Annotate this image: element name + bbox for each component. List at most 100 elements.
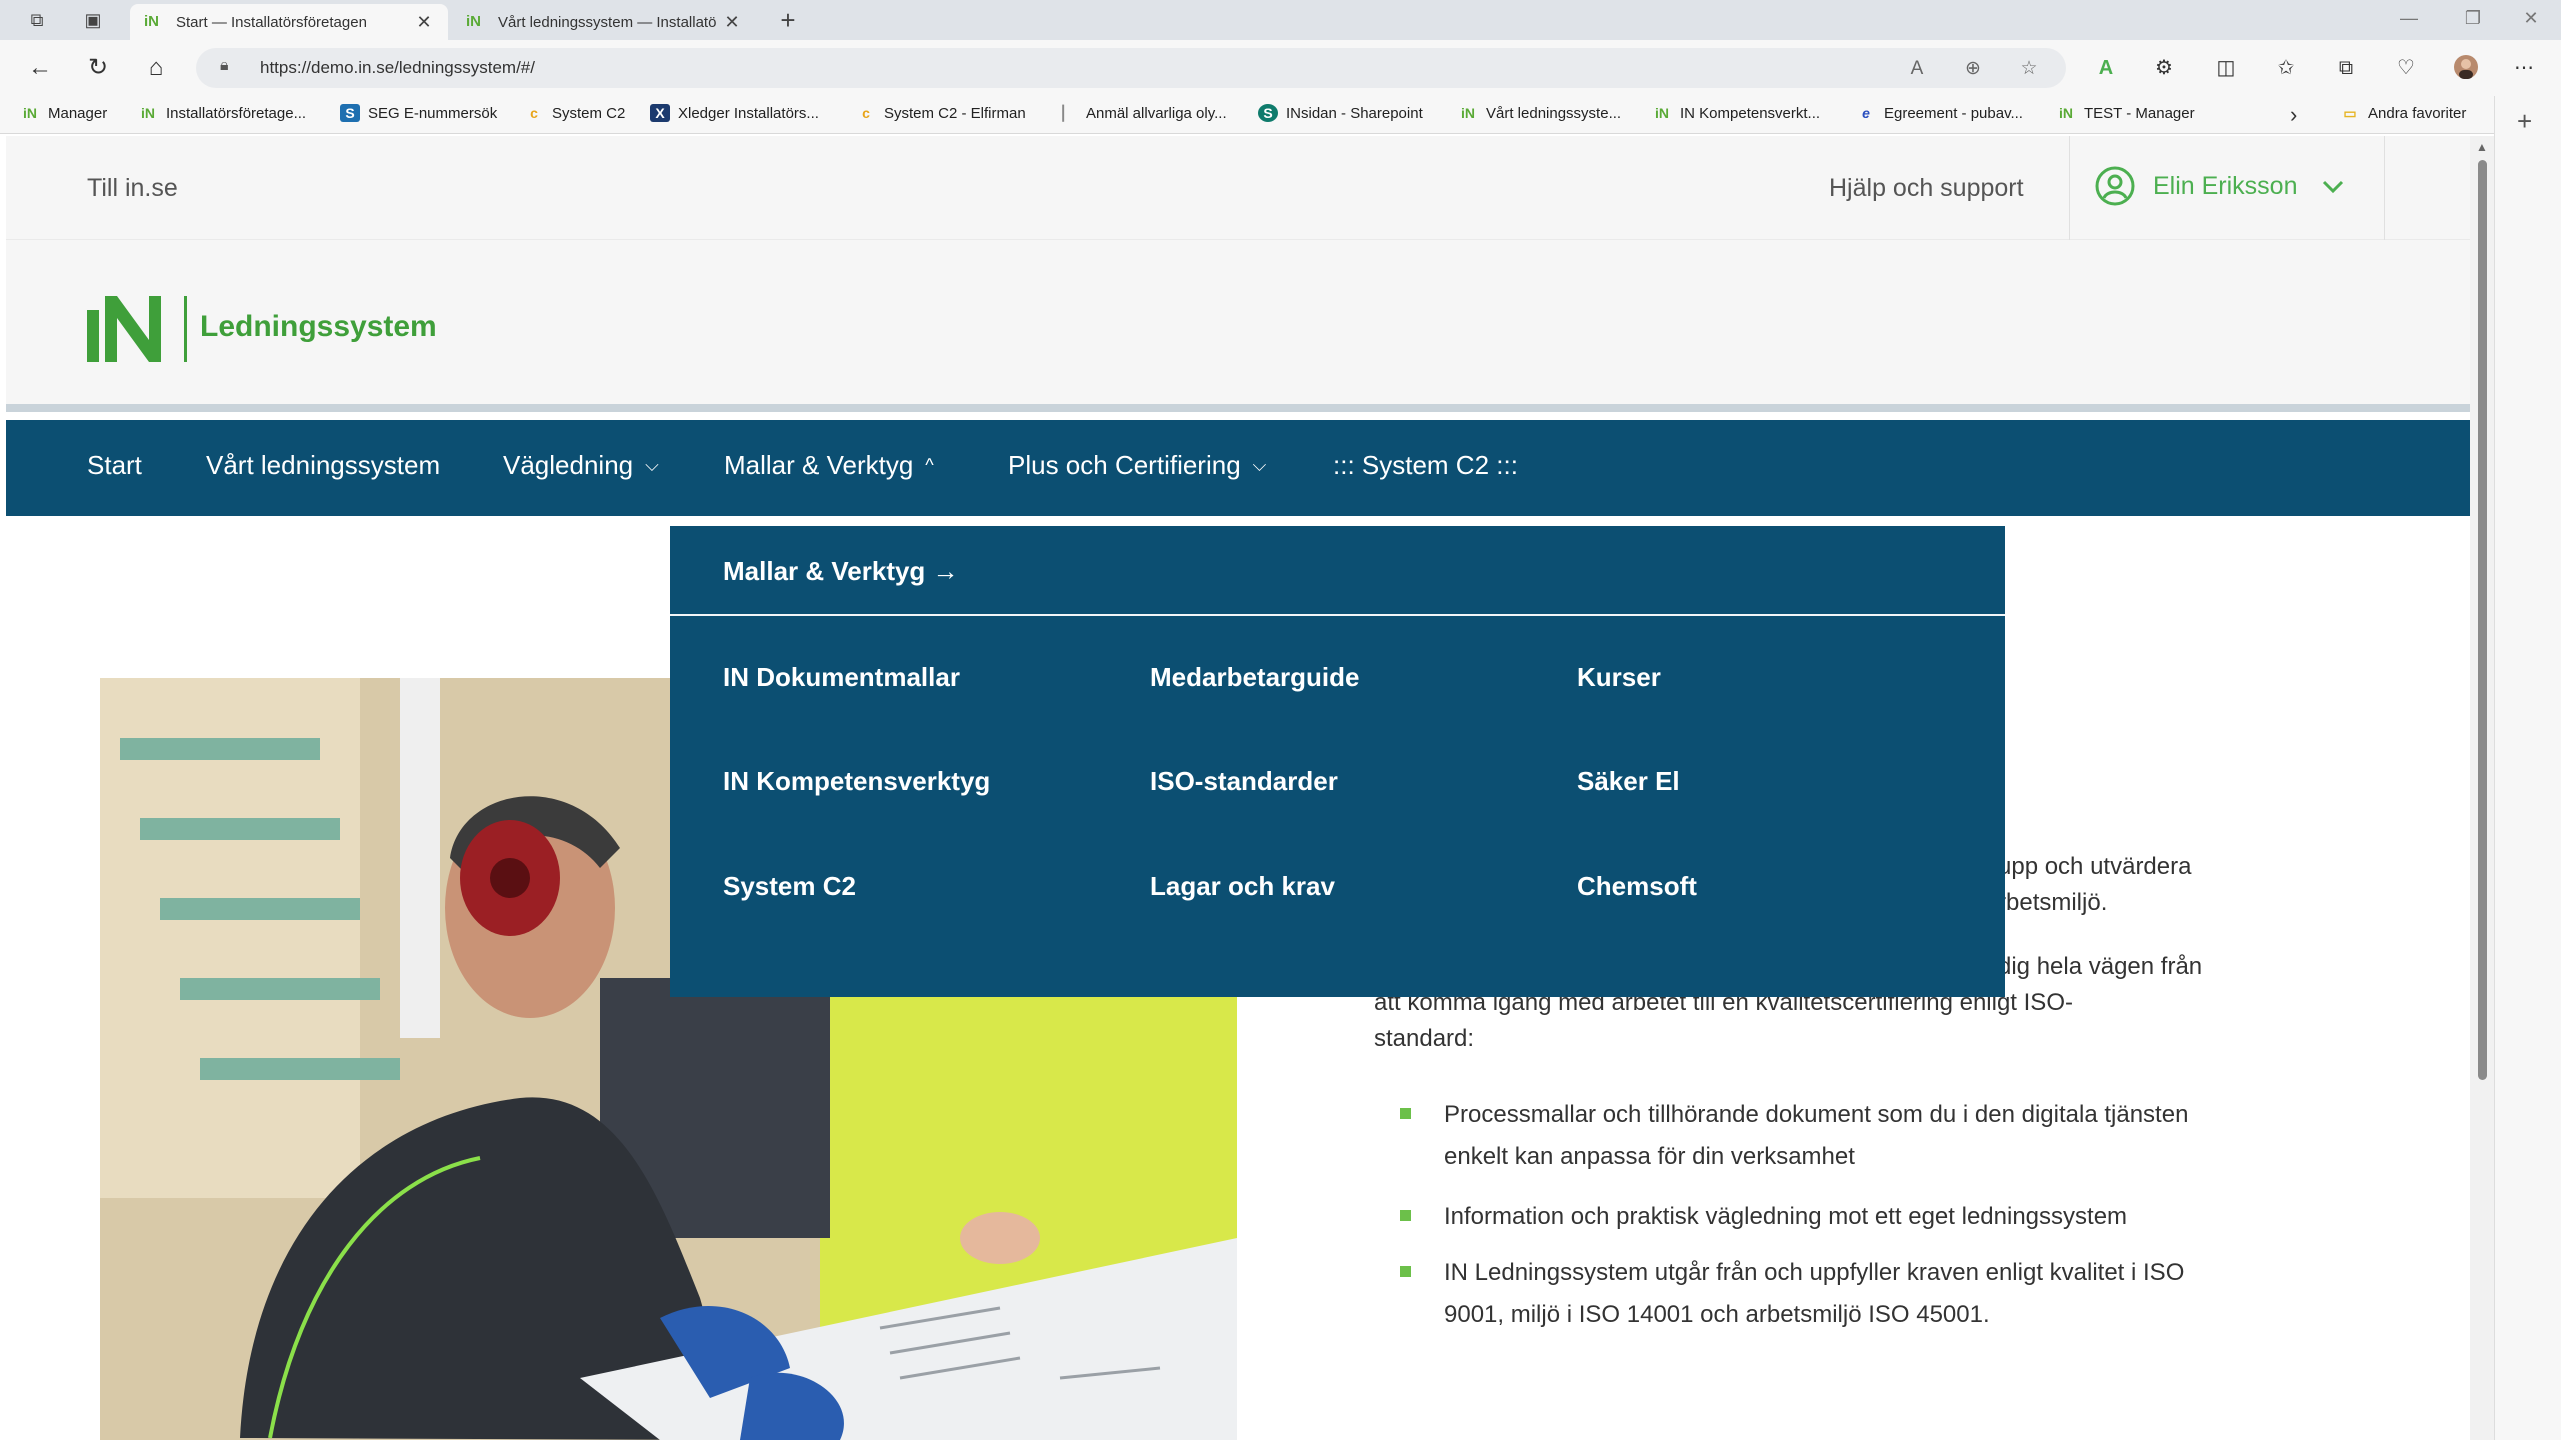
close-tab-icon[interactable]: ✕ xyxy=(722,12,742,33)
divider xyxy=(2069,136,2070,240)
dropdown-link[interactable]: Säker El xyxy=(1577,766,1680,797)
workspaces-icon[interactable]: ⧉ xyxy=(26,9,48,31)
extension-a-icon[interactable]: A xyxy=(2092,54,2120,82)
bookmark-item[interactable]: iN TEST - Manager xyxy=(2056,104,2195,122)
nav-plus-certifiering[interactable]: Plus och Certifiering ⌵ xyxy=(1008,450,1266,481)
extensions-icon[interactable]: ⚙ xyxy=(2150,54,2178,82)
other-favorites[interactable]: ▭ Andra favoriter xyxy=(2340,104,2466,122)
bookmark-item[interactable]: iN Manager xyxy=(20,104,107,122)
brand-header: Ledningssystem xyxy=(6,240,2470,412)
close-tab-icon[interactable]: ✕ xyxy=(414,12,434,33)
e-icon: e xyxy=(1862,105,1870,121)
nav-start[interactable]: Start xyxy=(87,450,142,481)
in-logo-icon: iN xyxy=(23,105,37,121)
read-aloud-icon[interactable]: A xyxy=(1904,56,1930,82)
dropdown-heading-link[interactable]: Mallar & Verktyg → xyxy=(723,556,959,587)
tab-actions-icon[interactable]: ▣ xyxy=(82,9,104,31)
back-to-site-link[interactable]: Till in.se xyxy=(87,174,178,203)
collections-icon[interactable]: ⧉ xyxy=(2332,54,2360,82)
main-navigation: Start Vårt ledningssystem Vägledning ⌵ Ma… xyxy=(6,420,2470,516)
tab-title: Start — Installatörsföretagen xyxy=(176,13,367,31)
back-icon[interactable]: ← xyxy=(24,52,56,84)
dropdown-link[interactable]: Lagar och krav xyxy=(1150,871,1335,902)
seg-icon: S xyxy=(340,104,360,122)
browser-essentials-icon[interactable]: ♡ xyxy=(2392,54,2420,82)
scrollbar-thumb[interactable] xyxy=(2478,160,2487,1080)
dropdown-link[interactable]: System C2 xyxy=(723,871,856,902)
nav-system-c2[interactable]: ::: System C2 ::: xyxy=(1333,450,1518,481)
dropdown-link[interactable]: IN Kompetensverktyg xyxy=(723,766,990,797)
bookmark-item[interactable]: ▏ Anmäl allvarliga oly... xyxy=(1058,104,1227,122)
in-logo-icon: iN xyxy=(1461,105,1475,121)
intro-text-line: upp och utvärdera xyxy=(1998,853,2192,880)
new-tab-button[interactable]: + xyxy=(772,6,804,34)
nav-ledningssystem[interactable]: Vårt ledningssystem xyxy=(206,450,440,481)
zoom-icon[interactable]: ⊕ xyxy=(1960,56,1986,82)
bookmark-item[interactable]: S SEG E-nummersök xyxy=(340,104,497,122)
intro-text-line: standard: xyxy=(1374,1025,1475,1052)
chevron-down-icon: ⌵ xyxy=(1252,455,1267,475)
restore-icon[interactable]: ❐ xyxy=(2458,8,2488,29)
bookmark-item[interactable]: iN Installatörsföretage... xyxy=(138,104,306,122)
nav-mallar-verktyg[interactable]: Mallar & Verktyg ^ xyxy=(724,450,934,481)
close-window-icon[interactable]: ✕ xyxy=(2516,8,2546,29)
doc-icon: ▏ xyxy=(1062,105,1074,121)
user-menu[interactable]: Elin Eriksson xyxy=(2095,166,2346,206)
nav-vagledning[interactable]: Vägledning ⌵ xyxy=(503,450,659,481)
xledger-icon: X xyxy=(650,104,670,122)
web-page: Till in.se Hjälp och support Elin Erikss… xyxy=(6,136,2470,1440)
intro-text-line: rbetsmiljö. xyxy=(1998,889,2108,916)
in-logo-icon: iN xyxy=(2059,105,2073,121)
mallar-verktyg-dropdown: Mallar & Verktyg → IN Dokumentmallar Med… xyxy=(670,526,2005,997)
bookmark-item[interactable]: c System C2 - Elfirman xyxy=(856,104,1026,122)
browser-toolbar: ← ↻ ⌂ 🔒︎ https://demo.in.se/ledningssyst… xyxy=(0,40,2561,96)
tab-start[interactable]: iN Start — Installatörsföretagen ✕ xyxy=(130,4,448,40)
list-item: IN Ledningssystem utgår från och uppfyll… xyxy=(1444,1259,2185,1328)
dropdown-link[interactable]: IN Dokumentmallar xyxy=(723,662,960,693)
bookmark-item[interactable]: e Egreement - pubav... xyxy=(1856,104,2023,122)
bullet-marker xyxy=(1400,1108,1411,1119)
list-item: Information och praktisk vägledning mot … xyxy=(1444,1203,2128,1230)
page-scrollbar[interactable]: ▲ xyxy=(2470,136,2494,1440)
bookmarks-bar: iN Manager iN Installatörsföretage... S SEG… xyxy=(0,96,2561,134)
sharepoint-icon: S xyxy=(1258,104,1278,122)
bookmark-item[interactable]: X Xledger Installatörs... xyxy=(650,104,819,122)
utility-bar: Till in.se Hjälp och support Elin Erikss… xyxy=(6,136,2470,240)
help-support-link[interactable]: Hjälp och support xyxy=(1829,174,2024,203)
dropdown-divider xyxy=(670,614,2005,616)
bullet-marker xyxy=(1400,1210,1411,1221)
lock-icon[interactable]: 🔒︎ xyxy=(220,57,238,79)
dropdown-link[interactable]: ISO-standarder xyxy=(1150,766,1338,797)
in-logo-icon: iN xyxy=(141,105,155,121)
tab-title: Vårt ledningssystem — Installatö xyxy=(498,13,717,31)
chevron-right-icon[interactable]: › xyxy=(2290,102,2297,128)
in-logo[interactable] xyxy=(87,296,167,362)
dropdown-link[interactable]: Kurser xyxy=(1577,662,1661,693)
favorites-icon[interactable]: ✩ xyxy=(2272,54,2300,82)
chevron-up-icon: ^ xyxy=(925,455,934,475)
more-menu-icon[interactable]: ⋯ xyxy=(2510,54,2538,82)
chevron-down-icon xyxy=(2322,180,2343,194)
c2-icon: c xyxy=(530,105,538,121)
c2-icon: c xyxy=(862,105,870,121)
add-sidebar-icon[interactable]: + xyxy=(2517,106,2532,137)
favorite-star-icon[interactable]: ☆ xyxy=(2016,56,2042,82)
dropdown-link[interactable]: Medarbetarguide xyxy=(1150,662,1360,693)
minimize-icon[interactable]: — xyxy=(2394,8,2424,29)
bookmark-item[interactable]: iN Vårt ledningssyste... xyxy=(1458,104,1621,122)
split-screen-icon[interactable]: ◫ xyxy=(2212,54,2240,82)
bookmark-item[interactable]: S INsidan - Sharepoint xyxy=(1258,104,1423,122)
reload-icon[interactable]: ↻ xyxy=(82,52,114,84)
folder-icon: ▭ xyxy=(2343,105,2357,121)
home-icon[interactable]: ⌂ xyxy=(140,52,172,84)
tab-ledningssystem[interactable]: iN Vårt ledningssystem — Installatö ✕ xyxy=(452,4,756,40)
bookmark-item[interactable]: c System C2 xyxy=(524,104,625,122)
scroll-up-icon[interactable]: ▲ xyxy=(2476,140,2488,154)
browser-tab-bar: ⧉ ▣ iN Start — Installatörsföretagen ✕ i… xyxy=(0,0,2561,40)
url-text[interactable]: https://demo.in.se/ledningssystem/#/ xyxy=(260,58,535,78)
address-bar[interactable]: 🔒︎ https://demo.in.se/ledningssystem/#/ … xyxy=(196,48,2066,88)
dropdown-link[interactable]: Chemsoft xyxy=(1577,871,1697,902)
profile-avatar[interactable] xyxy=(2452,54,2480,82)
bookmark-item[interactable]: iN IN Kompetensverkt... xyxy=(1652,104,1820,122)
brand-name[interactable]: Ledningssystem xyxy=(200,310,437,344)
